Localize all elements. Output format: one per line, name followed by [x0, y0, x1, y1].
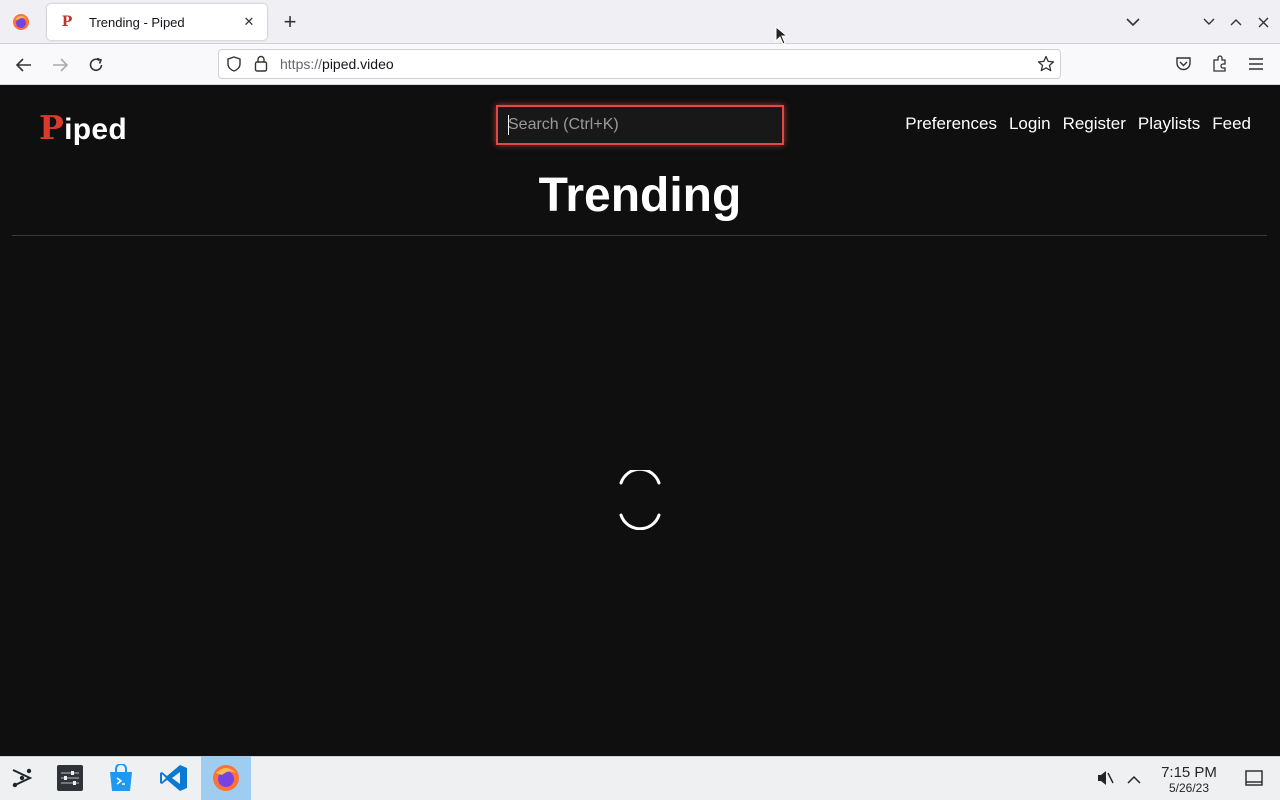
divider — [12, 235, 1267, 236]
store-icon[interactable] — [96, 756, 146, 800]
volume-muted-icon[interactable] — [1096, 769, 1114, 792]
piped-favicon-icon: P — [61, 14, 73, 30]
clock-time: 7:15 PM — [1161, 764, 1217, 781]
text-caret — [508, 115, 509, 135]
launcher-icon[interactable] — [0, 756, 47, 800]
loading-spinner-icon — [618, 467, 662, 531]
bookmark-star-icon[interactable] — [1037, 55, 1055, 78]
firefox-view-icon[interactable] — [0, 0, 42, 44]
clock[interactable]: 7:15 PM 5/26/23 — [1150, 764, 1228, 795]
url-text[interactable]: https://piped.video — [280, 56, 394, 72]
firefox-icon[interactable] — [201, 756, 251, 800]
logo-letter: P — [39, 108, 65, 147]
piped-logo[interactable]: Piped — [39, 108, 127, 147]
top-nav: Preferences Login Register Playlists Fee… — [905, 114, 1251, 134]
url-scheme: https:// — [280, 56, 323, 72]
minimize-icon[interactable] — [1197, 10, 1221, 34]
vscode-icon[interactable] — [149, 756, 199, 800]
tab-title: Trending - Piped — [89, 14, 185, 30]
reload-icon[interactable] — [82, 52, 110, 78]
nav-playlists-link[interactable]: Playlists — [1138, 114, 1200, 134]
close-window-icon[interactable] — [1251, 10, 1275, 34]
browser-tab-active[interactable]: P Trending - Piped ✕ — [47, 4, 267, 40]
system-tray-expand-icon[interactable] — [1127, 772, 1141, 790]
logo-text: iped — [64, 113, 127, 146]
hamburger-menu-icon[interactable] — [1248, 57, 1264, 76]
clock-date: 5/26/23 — [1168, 781, 1210, 795]
list-all-tabs-icon[interactable] — [1121, 10, 1145, 34]
nav-login-link[interactable]: Login — [1009, 114, 1051, 134]
url-host: piped.video — [322, 56, 394, 72]
new-tab-button[interactable]: + — [278, 8, 302, 36]
back-icon[interactable] — [10, 52, 38, 78]
show-desktop-icon[interactable] — [1245, 770, 1263, 791]
settings-icon[interactable] — [45, 756, 95, 800]
forward-icon[interactable] — [46, 52, 74, 78]
nav-register-link[interactable]: Register — [1063, 114, 1126, 134]
shield-icon[interactable] — [226, 56, 242, 77]
tab-close-icon[interactable]: ✕ — [237, 14, 261, 30]
extensions-icon[interactable] — [1211, 55, 1229, 78]
lock-icon[interactable] — [254, 55, 268, 77]
nav-feed-link[interactable]: Feed — [1212, 114, 1251, 134]
search-input[interactable] — [496, 105, 784, 145]
pocket-icon[interactable] — [1175, 56, 1192, 77]
page-title: Trending — [538, 169, 742, 222]
nav-preferences-link[interactable]: Preferences — [905, 114, 997, 134]
maximize-icon[interactable] — [1224, 10, 1248, 34]
